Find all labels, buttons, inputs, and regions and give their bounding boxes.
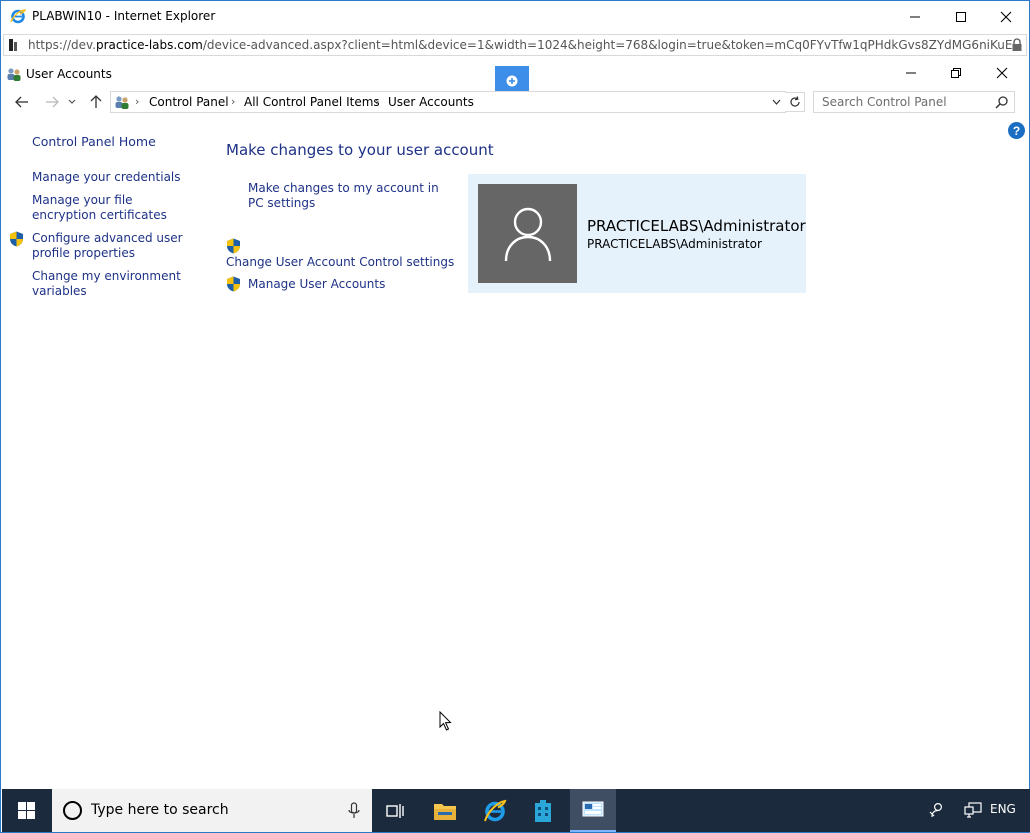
maximize-icon <box>956 11 966 22</box>
uac-shield-icon <box>227 238 240 254</box>
pc-settings-link[interactable]: Make changes to my account in PC setting… <box>248 181 448 211</box>
taskbar: Type here to search ENG <box>2 789 1030 832</box>
close-icon <box>1000 11 1012 22</box>
configure-advanced-profile-link[interactable]: Configure advanced user profile properti… <box>32 231 197 261</box>
internet-explorer-icon <box>10 9 26 24</box>
file-explorer-taskbar-button[interactable] <box>422 789 468 832</box>
internet-explorer-icon <box>484 799 507 821</box>
uac-shield-icon <box>227 276 240 292</box>
refresh-icon <box>789 96 800 107</box>
search-input[interactable] <box>814 92 990 112</box>
microphone-icon[interactable] <box>348 802 360 820</box>
account-name: PRACTICELABS\Administrator <box>587 217 806 235</box>
arrow-up-icon <box>90 95 102 108</box>
recent-locations-button[interactable] <box>65 92 79 112</box>
breadcrumb[interactable]: › Control Panel › All Control Panel Item… <box>110 91 786 113</box>
help-icon[interactable]: ? <box>1008 122 1025 139</box>
user-icon <box>504 207 551 261</box>
search-icon <box>995 96 1008 109</box>
manage-user-accounts-link[interactable]: Manage User Accounts <box>248 277 385 292</box>
folder-icon <box>434 803 456 820</box>
ie-window: PLABWIN10 - Internet Explorer https://de… <box>0 0 1030 833</box>
breadcrumb-separator: › <box>231 95 236 108</box>
people-icon[interactable] <box>928 801 946 819</box>
close-icon <box>996 67 1008 79</box>
page-title: Make changes to your user account <box>226 141 494 159</box>
forward-button[interactable] <box>42 92 62 112</box>
account-card: PRACTICELABS\Administrator PRACTICELABS\… <box>468 174 806 293</box>
plus-circle-icon <box>506 75 518 87</box>
control-panel-taskbar-button[interactable] <box>570 789 616 832</box>
address-dropdown-button[interactable] <box>769 94 783 110</box>
up-button[interactable] <box>86 92 106 112</box>
task-view-button[interactable] <box>372 789 418 832</box>
people-glyph-icon <box>929 802 943 818</box>
uac-settings-link[interactable]: Change User Account Control settings <box>226 255 454 270</box>
internet-explorer-taskbar-button[interactable] <box>472 789 518 832</box>
account-subtitle: PRACTICELABS\Administrator <box>587 237 762 251</box>
restore-icon <box>951 68 961 78</box>
ie-maximize-button[interactable] <box>938 1 984 32</box>
back-button[interactable] <box>12 92 32 112</box>
breadcrumb-user-accounts[interactable]: User Accounts <box>388 95 474 109</box>
task-view-icon <box>386 803 404 818</box>
address-bar[interactable]: https://dev.practice-labs.com/device-adv… <box>3 34 1027 56</box>
manage-credentials-link[interactable]: Manage your credentials <box>32 170 197 185</box>
navigation-bar: › Control Panel › All Control Panel Item… <box>2 90 1030 114</box>
change-environment-variables-link[interactable]: Change my environment variables <box>32 269 197 299</box>
user-accounts-icon <box>7 68 21 81</box>
control-panel-home-link[interactable]: Control Panel Home <box>32 134 156 149</box>
breadcrumb-separator: › <box>135 95 140 108</box>
ie-close-button[interactable] <box>983 1 1029 32</box>
lock-icon <box>1012 38 1022 51</box>
ie-titlebar: PLABWIN10 - Internet Explorer <box>1 1 1029 32</box>
ie-minimize-button[interactable] <box>892 1 938 32</box>
refresh-button[interactable] <box>785 92 805 112</box>
breadcrumb-all-items[interactable]: All Control Panel Items <box>244 95 380 109</box>
search-box[interactable] <box>813 91 1015 113</box>
network-icon[interactable] <box>964 801 982 819</box>
building-icon <box>535 799 551 822</box>
user-accounts-icon <box>115 96 129 109</box>
cortana-icon <box>63 801 82 820</box>
server-manager-taskbar-button[interactable] <box>520 789 566 832</box>
breadcrumb-separator: › <box>375 95 380 108</box>
chevron-down-icon <box>68 99 76 104</box>
breadcrumb-control-panel[interactable]: Control Panel <box>149 95 229 109</box>
windows-logo-icon <box>17 802 35 819</box>
arrow-left-icon <box>15 96 28 108</box>
site-favicon-icon <box>9 39 17 51</box>
taskbar-search-box[interactable]: Type here to search <box>52 789 372 832</box>
minimize-icon <box>910 16 920 17</box>
arrow-right-icon <box>46 96 59 108</box>
cp-close-button[interactable] <box>979 61 1025 85</box>
manage-file-encryption-link[interactable]: Manage your file encryption certificates <box>32 193 197 223</box>
control-panel-icon <box>582 801 604 816</box>
taskbar-search-placeholder: Type here to search <box>91 802 229 818</box>
mouse-cursor-icon <box>439 711 452 731</box>
language-indicator[interactable]: ENG <box>990 802 1016 816</box>
address-url: https://dev.practice-labs.com/device-adv… <box>28 38 1013 52</box>
minimize-icon <box>906 72 916 74</box>
network-glyph-icon <box>964 802 982 818</box>
chevron-down-icon <box>772 99 780 105</box>
ie-window-title: PLABWIN10 - Internet Explorer <box>32 9 216 23</box>
control-panel-window-title: User Accounts <box>26 67 112 81</box>
cp-minimize-button[interactable] <box>888 61 934 85</box>
cp-restore-button[interactable] <box>933 61 979 85</box>
uac-shield-icon <box>10 231 23 247</box>
avatar <box>478 184 577 283</box>
start-button[interactable] <box>2 789 50 832</box>
